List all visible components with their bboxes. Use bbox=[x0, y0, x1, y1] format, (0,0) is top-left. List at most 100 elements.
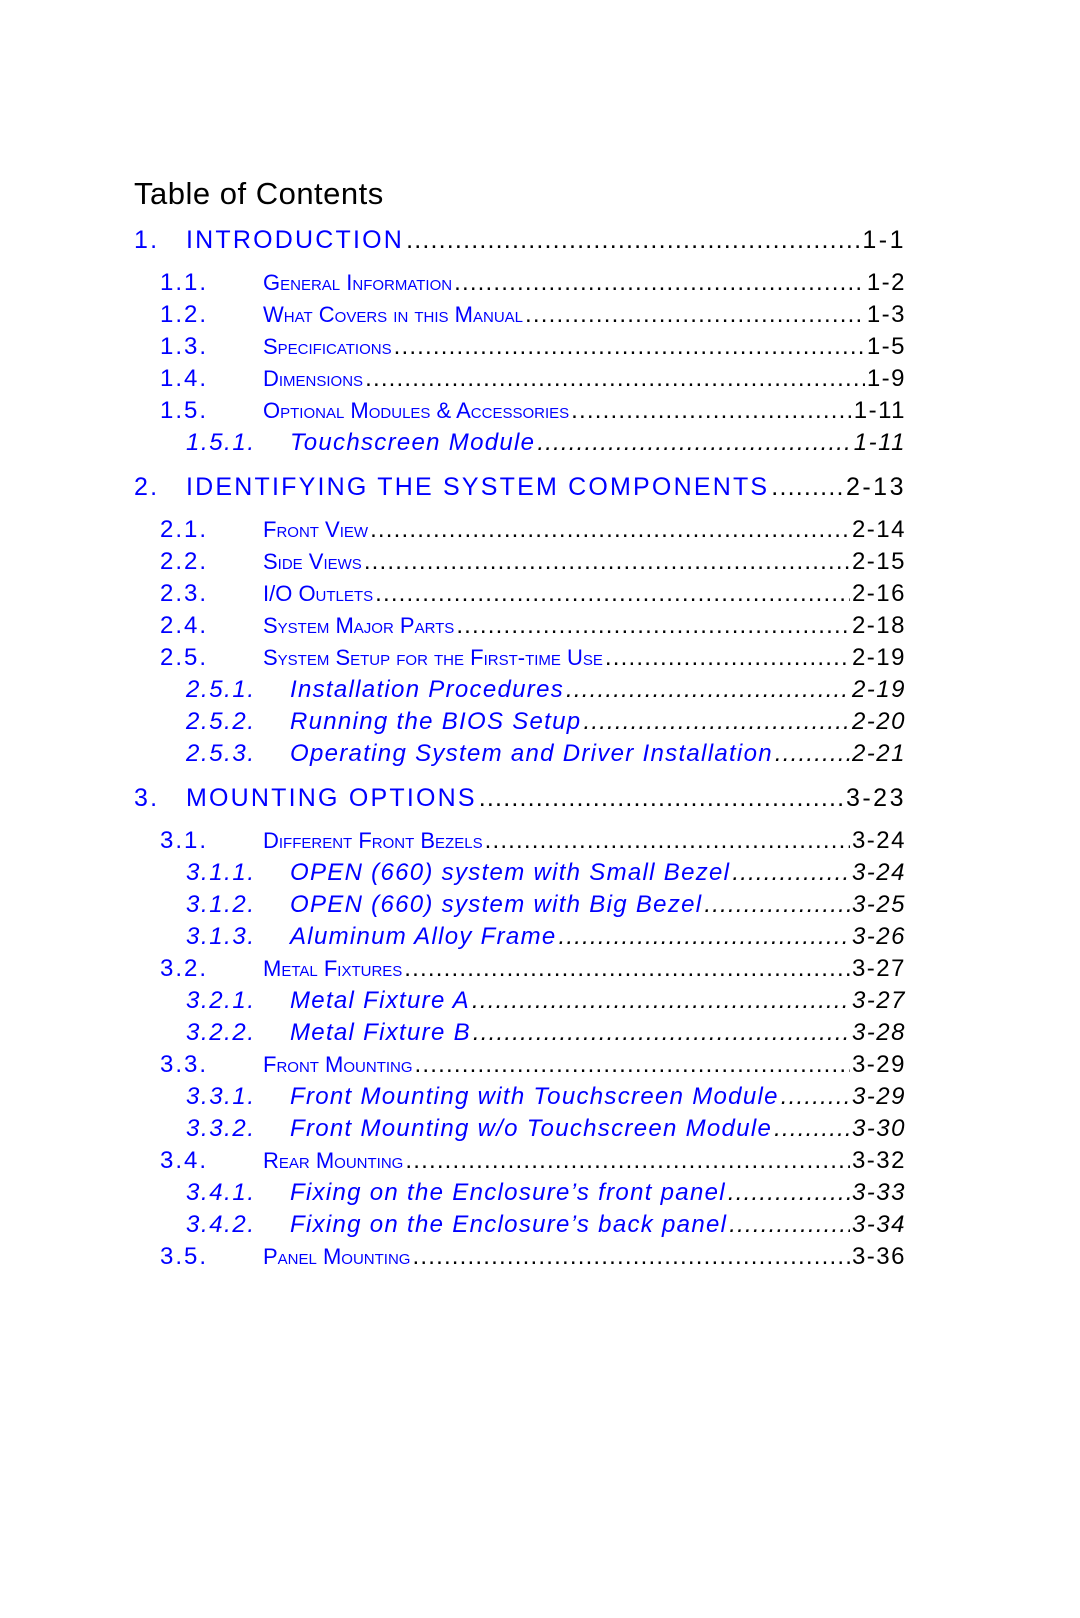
toc-entry-2-5-2[interactable]: 2.5.2. Running the BIOS Setup 2-20 bbox=[134, 706, 906, 738]
toc-entry-number: 3.2.2. bbox=[186, 1019, 256, 1046]
toc-entry-page: 3-24 bbox=[851, 827, 906, 854]
toc-entry-page: 1-2 bbox=[866, 269, 906, 296]
toc-entry-3-3-1[interactable]: 3.3.1. Front Mounting with Touchscreen M… bbox=[134, 1081, 906, 1113]
toc-entry-number: 2.4. bbox=[160, 612, 209, 639]
toc-leader-dots bbox=[566, 674, 850, 706]
toc-entry-number: 3.2. bbox=[160, 955, 209, 982]
toc-entry-1-3[interactable]: 1.3. Specifications 1-5 bbox=[134, 331, 906, 363]
toc-entry-title: Metal Fixture A bbox=[290, 987, 470, 1014]
toc-entry-3-4-1[interactable]: 3.4.1. Fixing on the Enclosure’s front p… bbox=[134, 1177, 906, 1209]
toc-entry-title: Different Front Bezels bbox=[263, 828, 483, 853]
toc-list: 1. INTRODUCTION 1-1 1.1. General Informa… bbox=[134, 220, 906, 1273]
toc-entry-number: 1.4. bbox=[160, 365, 209, 392]
toc-leader-dots bbox=[394, 331, 865, 363]
toc-entry-title: OPEN (660) system with Big Bezel bbox=[290, 891, 703, 918]
toc-entry-3[interactable]: 3. MOUNTING OPTIONS 3-23 bbox=[134, 778, 906, 818]
toc-entry-1[interactable]: 1. INTRODUCTION 1-1 bbox=[134, 220, 906, 260]
toc-entry-title: Fixing on the Enclosure’s back panel bbox=[290, 1211, 728, 1238]
toc-title: Table of Contents bbox=[134, 176, 384, 211]
toc-leader-dots bbox=[404, 953, 850, 985]
toc-entry-3-1-3[interactable]: 3.1.3. Aluminum Alloy Frame 3-26 bbox=[134, 921, 906, 953]
toc-entry-page: 3-23 bbox=[845, 784, 906, 812]
toc-entry-2-5-1[interactable]: 2.5.1. Installation Procedures 2-19 bbox=[134, 674, 906, 706]
toc-entry-number: 2.5.1. bbox=[186, 676, 256, 703]
toc-entry-page: 3-28 bbox=[851, 1019, 906, 1046]
toc-entry-title: I/O Outlets bbox=[263, 581, 374, 606]
toc-entry-3-2-2[interactable]: 3.2.2. Metal Fixture B 3-28 bbox=[134, 1017, 906, 1049]
toc-leader-dots bbox=[728, 1177, 850, 1209]
toc-entry-number: 2.2. bbox=[160, 548, 209, 575]
toc-entry-3-5[interactable]: 3.5. Panel Mounting 3-36 bbox=[134, 1241, 906, 1273]
toc-entry-1-5[interactable]: 1.5. Optional Modules & Accessories 1-11 bbox=[134, 395, 906, 427]
toc-entry-2-5-3[interactable]: 2.5.3. Operating System and Driver Insta… bbox=[134, 738, 906, 770]
toc-entry-number: 2. bbox=[134, 473, 160, 501]
toc-leader-dots bbox=[771, 467, 844, 507]
toc-entry-page: 1-11 bbox=[853, 429, 906, 456]
toc-entry-title: Touchscreen Module bbox=[290, 429, 536, 456]
toc-entry-2[interactable]: 2. IDENTIFYING THE SYSTEM COMPONENTS 2-1… bbox=[134, 467, 906, 507]
toc-entry-1-2[interactable]: 1.2. What Covers in this Manual 1-3 bbox=[134, 299, 906, 331]
toc-entry-3-1-1[interactable]: 3.1.1. OPEN (660) system with Small Beze… bbox=[134, 857, 906, 889]
toc-leader-dots bbox=[781, 1081, 850, 1113]
toc-entry-3-2-1[interactable]: 3.2.1. Metal Fixture A 3-27 bbox=[134, 985, 906, 1017]
toc-entry-3-4-2[interactable]: 3.4.2. Fixing on the Enclosure’s back pa… bbox=[134, 1209, 906, 1241]
toc-entry-page: 3-27 bbox=[851, 955, 906, 982]
toc-entry-2-5[interactable]: 2.5. System Setup for the First-time Use… bbox=[134, 642, 906, 674]
toc-entry-page: 2-20 bbox=[851, 708, 906, 735]
toc-entry-title: What Covers in this Manual bbox=[263, 302, 524, 327]
toc-entry-page: 2-16 bbox=[851, 580, 906, 607]
toc-entry-1-5-1[interactable]: 1.5.1. Touchscreen Module 1-11 bbox=[134, 427, 906, 459]
toc-entry-number: 1.5.1. bbox=[186, 429, 256, 456]
toc-entry-title: Rear Mounting bbox=[263, 1148, 404, 1173]
toc-leader-dots bbox=[729, 1209, 850, 1241]
toc-entry-3-3[interactable]: 3.3. Front Mounting 3-29 bbox=[134, 1049, 906, 1081]
toc-entry-page: 2-15 bbox=[851, 548, 906, 575]
toc-entry-title: System Setup for the First-time Use bbox=[263, 645, 603, 670]
toc-entry-number: 1.1. bbox=[160, 269, 209, 296]
toc-leader-dots bbox=[472, 985, 850, 1017]
toc-entry-title: Optional Modules & Accessories bbox=[263, 398, 570, 423]
toc-leader-dots bbox=[364, 546, 850, 578]
toc-entry-page: 3-29 bbox=[851, 1051, 906, 1078]
toc-entry-title: Aluminum Alloy Frame bbox=[290, 923, 557, 950]
toc-entry-page: 3-32 bbox=[851, 1147, 906, 1174]
toc-leader-dots bbox=[375, 578, 850, 610]
toc-leader-dots bbox=[583, 706, 850, 738]
toc-entry-number: 2.5.2. bbox=[186, 708, 256, 735]
toc-entry-number: 3. bbox=[134, 784, 160, 812]
toc-entry-3-1-2[interactable]: 3.1.2. OPEN (660) system with Big Bezel … bbox=[134, 889, 906, 921]
toc-entry-2-4[interactable]: 2.4. System Major Parts 2-18 bbox=[134, 610, 906, 642]
toc-entry-title: Front Mounting w/o Touchscreen Module bbox=[290, 1115, 773, 1142]
toc-entry-3-1[interactable]: 3.1. Different Front Bezels 3-24 bbox=[134, 825, 906, 857]
toc-entry-number: 3.1.2. bbox=[186, 891, 256, 918]
toc-entry-number: 3.1.3. bbox=[186, 923, 256, 950]
toc-entry-page: 2-19 bbox=[851, 644, 906, 671]
toc-entry-1-4[interactable]: 1.4. Dimensions 1-9 bbox=[134, 363, 906, 395]
toc-leader-dots bbox=[774, 1113, 850, 1145]
toc-entry-3-2[interactable]: 3.2. Metal Fixtures 3-27 bbox=[134, 953, 906, 985]
toc-entry-2-1[interactable]: 2.1. Front View 2-14 bbox=[134, 514, 906, 546]
toc-entry-2-3[interactable]: 2.3. I/O Outlets 2-16 bbox=[134, 578, 906, 610]
toc-entry-number: 2.5. bbox=[160, 644, 209, 671]
toc-entry-number: 3.1.1. bbox=[186, 859, 256, 886]
toc-entry-3-4[interactable]: 3.4. Rear Mounting 3-32 bbox=[134, 1145, 906, 1177]
toc-entry-number: 3.4. bbox=[160, 1147, 209, 1174]
toc-entry-title: Metal Fixture B bbox=[290, 1019, 471, 1046]
toc-entry-page: 3-29 bbox=[851, 1083, 906, 1110]
toc-leader-dots bbox=[412, 1241, 849, 1273]
toc-entry-title: Installation Procedures bbox=[290, 676, 565, 703]
toc-entry-1-1[interactable]: 1.1. General Information 1-2 bbox=[134, 267, 906, 299]
toc-entry-3-3-2[interactable]: 3.3.2. Front Mounting w/o Touchscreen Mo… bbox=[134, 1113, 906, 1145]
toc-entry-number: 1.3. bbox=[160, 333, 209, 360]
toc-entry-title: Fixing on the Enclosure’s front panel bbox=[290, 1179, 726, 1206]
toc-entry-page: 3-34 bbox=[851, 1211, 906, 1238]
toc-entry-page: 2-13 bbox=[845, 473, 906, 501]
toc-leader-dots bbox=[406, 220, 860, 260]
toc-entry-page: 3-36 bbox=[851, 1243, 906, 1270]
toc-entry-number: 2.3. bbox=[160, 580, 209, 607]
toc-entry-number: 3.3. bbox=[160, 1051, 209, 1078]
toc-entry-title: Dimensions bbox=[263, 366, 364, 391]
toc-entry-2-2[interactable]: 2.2. Side Views 2-15 bbox=[134, 546, 906, 578]
toc-entry-title: Metal Fixtures bbox=[263, 956, 403, 981]
toc-entry-number: 2.5.3. bbox=[186, 740, 256, 767]
